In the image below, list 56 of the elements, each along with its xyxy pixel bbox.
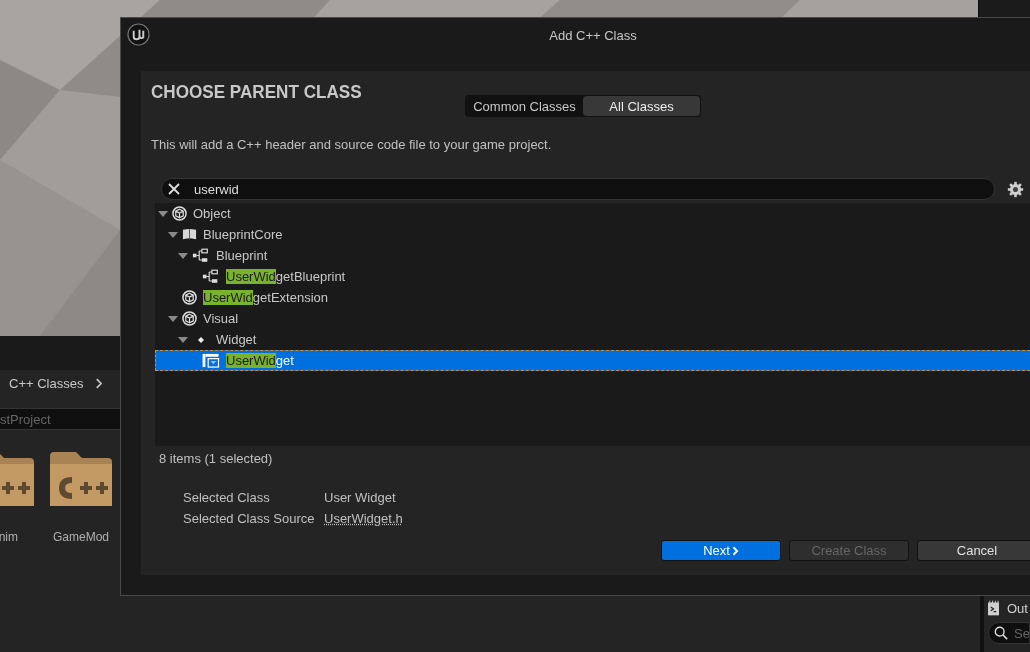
console-icon	[988, 600, 999, 616]
node-graph-icon	[192, 248, 210, 263]
search-icon	[994, 626, 1008, 640]
tree-row[interactable]: Blueprint	[155, 245, 1030, 266]
tree-row[interactable]: Widget	[155, 329, 1030, 350]
description-text: This will add a C++ header and source code file to your game project.	[151, 137, 553, 152]
search-bar[interactable]: Se	[988, 622, 1030, 644]
tree-item-label: Visual	[203, 311, 239, 326]
settings-icon[interactable]	[1007, 180, 1024, 198]
tree-row[interactable]: UserWidget	[155, 350, 1030, 371]
expand-arrow-icon[interactable]	[178, 334, 188, 345]
chevron-right-icon	[95, 377, 103, 389]
tree-item-label: UserWidget	[226, 353, 294, 368]
search-field[interactable]: userwid	[194, 181, 994, 197]
expand-arrow-icon[interactable]	[178, 250, 188, 261]
search-bar[interactable]: userwid	[161, 178, 995, 200]
engine-logo-icon	[127, 23, 150, 46]
tab[interactable]: All Classes	[583, 96, 700, 116]
window-title: Add C++ Class	[549, 28, 637, 43]
folder-label[interactable]: GameMod	[53, 530, 109, 544]
tree-row[interactable]: UserWidgetExtension	[155, 287, 1030, 308]
tree-item-label: UserWidgetBlueprint	[226, 269, 346, 284]
folder-icon	[50, 450, 112, 508]
tree-item-label: Blueprint	[216, 248, 268, 263]
detail-label: Selected Class	[183, 490, 271, 505]
tree-row[interactable]: UserWidgetBlueprint	[155, 266, 1030, 287]
cube-icon	[182, 311, 197, 326]
tree-row[interactable]: BlueprintCore	[155, 224, 1030, 245]
close-icon[interactable]	[168, 183, 180, 195]
tree-item-label: Object	[193, 206, 231, 221]
next-button[interactable]: Next	[661, 540, 781, 561]
detail-value: User Widget	[324, 490, 397, 505]
tree-row[interactable]: Visual	[155, 308, 1030, 329]
search-field[interactable]: stProject	[0, 408, 120, 430]
book-icon	[182, 227, 197, 242]
breadcrumb-item[interactable]: C++ Classes	[9, 375, 84, 391]
tree-item-label: UserWidgetExtension	[203, 290, 328, 305]
widget-icon	[202, 353, 220, 368]
folder-label[interactable]: nim	[0, 530, 18, 544]
cube-icon	[172, 206, 187, 221]
tab[interactable]: Common Classes	[466, 96, 583, 116]
cube-icon	[182, 290, 197, 305]
file-link[interactable]: UserWidget.h	[324, 511, 403, 526]
tree-item-label: Widget	[216, 332, 257, 347]
expand-arrow-icon[interactable]	[168, 229, 178, 240]
dialog-button[interactable]: Cancel	[917, 540, 1030, 561]
panel-heading: CHOOSE PARENT CLASS	[151, 81, 363, 103]
expand-arrow-icon[interactable]	[168, 313, 178, 324]
expand-arrow-icon[interactable]	[158, 208, 168, 219]
status-text: 8 items (1 selected)	[158, 451, 274, 466]
node-graph-icon	[202, 269, 220, 284]
search-field[interactable]: Se	[1014, 625, 1029, 641]
tree-item-label: BlueprintCore	[203, 227, 283, 242]
tree-row[interactable]: Object	[155, 203, 1030, 224]
panel-title[interactable]: Out	[1007, 600, 1028, 616]
detail-label: Selected Class Source	[183, 511, 316, 526]
